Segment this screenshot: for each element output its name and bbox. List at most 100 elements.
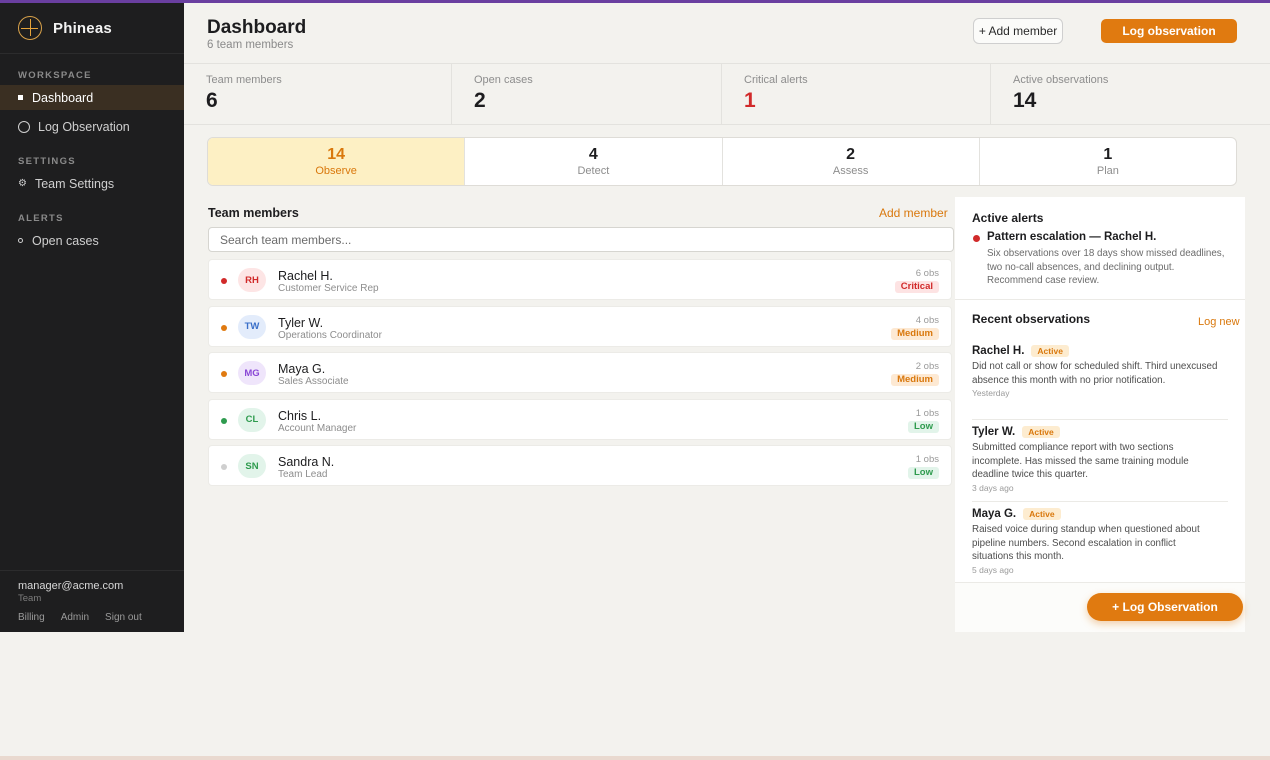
alert-headline[interactable]: Pattern escalation — Rachel H. xyxy=(987,231,1156,243)
table-row[interactable]: TW Tyler W. Operations Coordinator 4 obs… xyxy=(208,305,952,347)
status-dot xyxy=(221,324,227,331)
stage-observe[interactable]: 14 Observe xyxy=(208,138,466,185)
square-icon xyxy=(18,95,23,100)
recent-observations-title: Recent observations xyxy=(972,312,1091,326)
team-members-title: Team members xyxy=(208,206,299,220)
obs-count: 4 obs xyxy=(915,314,939,326)
status-badge: Critical xyxy=(894,281,939,293)
sidebar-item-team-settings[interactable]: ⚙ Team Settings xyxy=(0,171,184,196)
obs-name: Tyler W. xyxy=(972,426,1016,438)
stat-team-members: Team members 6 xyxy=(184,64,452,124)
stat-value: 14 xyxy=(1013,89,1037,112)
member-name: Tyler W. xyxy=(278,315,324,330)
status-dot xyxy=(221,417,227,424)
stat-value: 2 xyxy=(474,89,486,112)
stat-label: Team members xyxy=(206,74,282,86)
stage-count: 14 xyxy=(327,146,346,163)
status-badge: Low xyxy=(908,420,939,433)
stat-value: 6 xyxy=(206,89,218,112)
obs-text: Submitted compliance report with two sec… xyxy=(972,442,1189,480)
member-name: Chris L. xyxy=(278,408,322,423)
table-row[interactable]: RH Rachel H. Customer Service Rep 6 obs … xyxy=(208,259,952,300)
page-title: Dashboard xyxy=(207,17,307,38)
avatar: MG xyxy=(238,361,266,385)
status-dot xyxy=(221,464,227,470)
add-member-link[interactable]: Add member xyxy=(879,206,948,220)
add-member-button[interactable]: + Add member xyxy=(973,18,1063,44)
avatar: RH xyxy=(238,268,266,292)
status-badge: Low xyxy=(908,467,939,479)
brand-name: Phineas xyxy=(53,19,112,37)
ring-icon xyxy=(18,238,23,243)
stage-label: Assess xyxy=(832,165,869,177)
obs-time: Yesterday xyxy=(972,388,1010,398)
stage-assess[interactable]: 2 Assess xyxy=(723,138,980,185)
avatar: CL xyxy=(238,407,266,432)
stage-plan[interactable]: 1 Plan xyxy=(980,138,1236,185)
sidebar-item-dashboard[interactable]: Dashboard xyxy=(0,85,184,110)
avatar: SN xyxy=(238,454,266,478)
stat-open-cases: Open cases 2 xyxy=(452,64,722,124)
obs-time: 3 days ago xyxy=(972,482,1014,493)
active-alerts-title: Active alerts xyxy=(972,211,1044,225)
circle-icon xyxy=(18,120,30,133)
stage-label: Detect xyxy=(577,165,610,177)
member-name: Rachel H. xyxy=(278,269,333,283)
user-role: Team xyxy=(18,593,42,604)
sidebar-item-label: Log Observation xyxy=(38,119,130,134)
member-name: Sandra N. xyxy=(278,455,335,469)
section-alerts: ALERTS xyxy=(18,213,64,224)
alert-dot xyxy=(973,235,980,242)
right-panel: Active alerts Pattern escalation — Rache… xyxy=(955,197,1245,632)
list-item[interactable]: Maya G. Active Raised voice during standu… xyxy=(972,508,1228,575)
admin-link[interactable]: Admin xyxy=(61,612,89,623)
team-member-list: RH Rachel H. Customer Service Rep 6 obs … xyxy=(208,259,952,492)
stat-value: 1 xyxy=(744,89,756,112)
status-dot xyxy=(221,278,227,284)
stage-count: 4 xyxy=(588,146,598,163)
sidebar-item-log-observation[interactable]: Log Observation xyxy=(0,114,184,139)
obs-text: Raised voice during standup when questio… xyxy=(972,524,1200,562)
gear-icon: ⚙ xyxy=(18,178,27,189)
divider xyxy=(972,501,1228,502)
stage-detect[interactable]: 4 Detect xyxy=(465,138,723,185)
sidebar-item-label: Team Settings xyxy=(34,176,115,191)
pipeline-stages: 14 Observe 4 Detect 2 Assess 1 Plan xyxy=(207,137,1237,186)
billing-link[interactable]: Billing xyxy=(18,612,45,623)
status-badge: Active xyxy=(1023,508,1061,520)
table-row[interactable]: CL Chris L. Account Manager 1 obs Low xyxy=(208,398,952,440)
status-badge: Medium xyxy=(891,327,939,340)
sign-out-link[interactable]: Sign out xyxy=(105,612,142,623)
obs-text: Did not call or show for scheduled shift… xyxy=(972,361,1218,386)
sidebar-item-label: Dashboard xyxy=(32,90,94,105)
log-new-link[interactable]: Log new xyxy=(1198,316,1240,328)
log-observation-fab[interactable]: + Log Observation xyxy=(1087,593,1243,621)
table-row[interactable]: MG Maya G. Sales Associate 2 obs Medium xyxy=(208,352,952,393)
brand[interactable]: Phineas xyxy=(0,3,184,54)
sidebar: Phineas WORKSPACE Dashboard Log Observat… xyxy=(0,3,184,632)
member-role: Team Lead xyxy=(278,469,328,480)
compass-logo-icon xyxy=(18,16,42,40)
obs-count: 1 obs xyxy=(915,407,939,419)
list-item[interactable]: Tyler W. Active Submitted compliance repo… xyxy=(972,426,1228,493)
divider xyxy=(972,419,1228,420)
stat-label: Active observations xyxy=(1013,74,1109,86)
status-dot xyxy=(221,371,227,377)
sidebar-footer: manager@acme.com Team Billing Admin Sign… xyxy=(0,570,184,632)
footer-links: Billing Admin Sign out xyxy=(18,612,166,623)
log-observation-button[interactable]: Log observation xyxy=(1101,19,1237,43)
obs-count: 6 obs xyxy=(915,268,939,279)
status-badge: Active xyxy=(1031,345,1069,357)
stat-active-observations: Active observations 14 xyxy=(991,64,1270,124)
sidebar-item-label: Open cases xyxy=(32,233,99,248)
stage-count: 1 xyxy=(1103,146,1113,163)
alert-body: Six observations over 18 days show misse… xyxy=(987,248,1225,286)
search-team-input[interactable] xyxy=(208,227,954,252)
sidebar-item-open-cases[interactable]: Open cases xyxy=(0,228,184,253)
table-row[interactable]: SN Sandra N. Team Lead 1 obs Low xyxy=(208,445,952,486)
status-badge: Active xyxy=(1022,426,1060,438)
stat-label: Open cases xyxy=(474,74,533,86)
list-item[interactable]: Rachel H. Active Did not call or show for… xyxy=(972,345,1228,398)
avatar: TW xyxy=(238,314,266,339)
obs-count: 1 obs xyxy=(915,454,939,465)
